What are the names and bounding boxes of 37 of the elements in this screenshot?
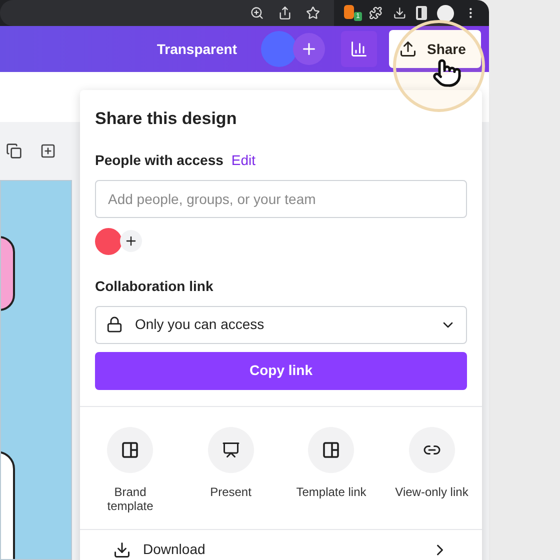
star-icon[interactable]: [306, 6, 320, 20]
option-label: Brand template: [106, 484, 154, 512]
option-label: Present: [209, 484, 252, 498]
option-label: Template link: [295, 484, 368, 498]
profile-avatar[interactable]: [437, 4, 454, 22]
people-search-field[interactable]: Add people, groups, or your team: [95, 180, 467, 218]
layout-icon: [322, 440, 340, 458]
access-dropdown[interactable]: Only you can access: [95, 306, 467, 344]
layout-icon: [121, 440, 140, 458]
download-icon[interactable]: [392, 6, 406, 20]
chart-icon: [350, 40, 368, 58]
section-label: Collaboration link: [95, 276, 214, 296]
share-button[interactable]: Share: [389, 30, 481, 68]
puzzle-icon[interactable]: [369, 6, 383, 20]
section-label: People with access: [95, 150, 224, 170]
user-avatar: [261, 31, 297, 67]
zoom-icon[interactable]: [250, 6, 264, 20]
edit-link[interactable]: Edit: [231, 150, 256, 170]
add-page-icon[interactable]: [40, 143, 56, 159]
download-icon: [113, 540, 131, 559]
upload-icon: [399, 40, 417, 58]
plus-icon: [124, 234, 138, 248]
extension-icon[interactable]: [344, 5, 354, 19]
share-icon[interactable]: [278, 6, 292, 20]
duplicate-icon[interactable]: [6, 143, 22, 159]
insights-button[interactable]: [341, 31, 377, 67]
sidebar-icon[interactable]: [416, 6, 428, 20]
plus-icon: [300, 40, 318, 58]
presentation-icon: [222, 440, 240, 458]
lock-icon: [106, 316, 123, 333]
add-collaborator-button[interactable]: [293, 33, 325, 65]
download-row[interactable]: Download: [80, 528, 482, 560]
add-person-button[interactable]: [120, 230, 142, 252]
design-title[interactable]: Transparent: [156, 38, 237, 60]
panel-title: Share this design: [95, 108, 238, 130]
copy-link-button[interactable]: Copy link: [95, 352, 467, 390]
option-label: View-only link: [394, 484, 470, 498]
